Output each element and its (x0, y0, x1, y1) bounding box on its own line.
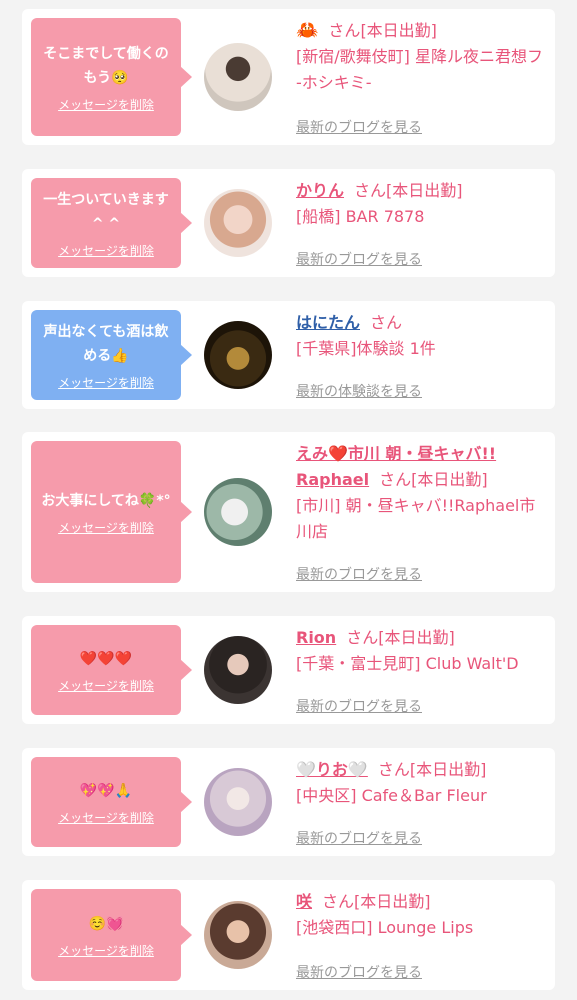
message-card: ❤️❤️❤️ メッセージを削除 Rion さん[本日出勤] [千葉・富士見町] Club… (22, 616, 555, 724)
shop-info: [千葉県]体験談 1件 (296, 339, 436, 358)
cast-name-link[interactable]: はにたん (296, 313, 360, 332)
message-bubble: ❤️❤️❤️ メッセージを削除 (31, 625, 192, 715)
shop-info: [船橋] BAR 7878 (296, 207, 425, 226)
latest-post-link[interactable]: 最新のブログを見る (296, 962, 422, 982)
message-card: ☺️💓 メッセージを削除 咲さん[本日出勤] [池袋西口] Lounge Lips 最新… (22, 880, 555, 990)
cast-name-link[interactable]: 🦀 (296, 20, 318, 41)
cast-name-link[interactable]: 咲 (296, 892, 312, 911)
avatar[interactable] (204, 768, 272, 836)
delete-message-link[interactable]: メッセージを削除 (58, 374, 154, 391)
avatar[interactable] (204, 43, 272, 111)
cast-info: 🤍りお🤍 さん[本日出勤] [中央区] Cafe＆Bar Fleur 最新のブログを見… (296, 757, 547, 848)
message-text: お大事にしてね🍀*° (41, 492, 171, 509)
cast-name-line: 🤍りお🤍 さん[本日出勤] (296, 757, 547, 783)
cast-name-line: 🦀 さん[本日出勤] (296, 18, 547, 44)
message-card: 声出なくても酒は飲める👍 メッセージを削除 はにたん さん [千葉県]体験談 1件 最新の… (22, 301, 555, 409)
cast-name-line: 咲さん[本日出勤] (296, 889, 547, 915)
message-bubble: そこまでして働くのもう🥺 メッセージを削除 (31, 18, 192, 136)
honorific: さん (379, 470, 412, 489)
cast-name-link[interactable]: かりん (296, 181, 344, 200)
message-bubble: 声出なくても酒は飲める👍 メッセージを削除 (31, 310, 192, 400)
honorific: さん (370, 313, 403, 332)
work-status: [本日出勤] (354, 892, 431, 911)
honorific: さん (354, 181, 387, 200)
message-card: そこまでして働くのもう🥺 メッセージを削除 🦀 さん[本日出勤] [新宿/歌舞伎町] 星… (22, 9, 555, 145)
work-status: [本日出勤] (409, 760, 487, 779)
message-card: 一生ついていきます^ ^ メッセージを削除 かりん さん[本日出勤] [船橋] BAR … (22, 169, 555, 277)
avatar[interactable] (204, 189, 272, 257)
message-card: お大事にしてね🍀*° メッセージを削除 えみ❤️市川 朝・昼キャバ!! Raphae… (22, 432, 555, 592)
message-text: ❤️❤️❤️ (79, 650, 133, 667)
work-status: [本日出勤] (411, 470, 488, 489)
cast-info: 🦀 さん[本日出勤] [新宿/歌舞伎町] 星降ル夜ニ君想フ -ホシキミ- 最新のブログ… (296, 18, 547, 137)
message-text: ☺️💓 (88, 915, 124, 932)
latest-post-link[interactable]: 最新のブログを見る (296, 696, 422, 716)
cast-name-line: はにたん さん (296, 310, 547, 336)
cast-name-line: Rion さん[本日出勤] (296, 625, 547, 651)
avatar[interactable] (204, 901, 272, 969)
shop-info: [池袋西口] Lounge Lips (296, 918, 474, 937)
work-status: [本日出勤] (378, 628, 455, 647)
message-bubble: お大事にしてね🍀*° メッセージを削除 (31, 441, 192, 583)
shop-info: [市川] 朝・昼キャバ!!Raphael市川店 (296, 496, 536, 541)
cast-name-line: かりん さん[本日出勤] (296, 178, 547, 204)
avatar[interactable] (204, 321, 272, 389)
cast-info: はにたん さん [千葉県]体験談 1件 最新の体験談を見る (296, 310, 547, 401)
shop-info: [中央区] Cafe＆Bar Fleur (296, 786, 487, 805)
message-card: 💖💖🙏 メッセージを削除 🤍りお🤍 さん[本日出勤] [中央区] Cafe＆Bar Fl… (22, 748, 555, 856)
honorific: さん (346, 628, 379, 647)
latest-post-link[interactable]: 最新の体験談を見る (296, 381, 422, 401)
message-card-list: そこまでして働くのもう🥺 メッセージを削除 🦀 さん[本日出勤] [新宿/歌舞伎町] 星… (0, 0, 577, 1000)
latest-post-link[interactable]: 最新のブログを見る (296, 564, 422, 584)
delete-message-link[interactable]: メッセージを削除 (58, 809, 154, 826)
honorific: さん (377, 760, 410, 779)
honorific: さん (328, 21, 361, 40)
latest-post-link[interactable]: 最新のブログを見る (296, 828, 422, 848)
latest-post-link[interactable]: 最新のブログを見る (296, 249, 422, 269)
cast-info: えみ❤️市川 朝・昼キャバ!! Raphael さん[本日出勤] [市川] 朝・昼キ… (296, 441, 547, 584)
delete-message-link[interactable]: メッセージを削除 (58, 242, 154, 259)
cast-info: 咲さん[本日出勤] [池袋西口] Lounge Lips 最新のブログを見る (296, 889, 547, 982)
message-text: 一生ついていきます^ ^ (43, 191, 169, 232)
message-bubble: ☺️💓 メッセージを削除 (31, 889, 192, 981)
cast-name-line: えみ❤️市川 朝・昼キャバ!! Raphael さん[本日出勤] (296, 441, 547, 493)
avatar[interactable] (204, 636, 272, 704)
cast-info: かりん さん[本日出勤] [船橋] BAR 7878 最新のブログを見る (296, 178, 547, 269)
message-bubble: 一生ついていきます^ ^ メッセージを削除 (31, 178, 192, 268)
message-text: 💖💖🙏 (79, 782, 133, 799)
message-text: 声出なくても酒は飲める👍 (43, 323, 169, 364)
shop-info: [新宿/歌舞伎町] 星降ル夜ニ君想フ -ホシキミ- (296, 47, 543, 92)
work-status: [本日出勤] (360, 21, 437, 40)
message-bubble: 💖💖🙏 メッセージを削除 (31, 757, 192, 847)
work-status: [本日出勤] (386, 181, 463, 200)
message-text: そこまでして働くのもう🥺 (43, 45, 169, 86)
latest-post-link[interactable]: 最新のブログを見る (296, 117, 422, 137)
avatar[interactable] (204, 478, 272, 546)
shop-info: [千葉・富士見町] Club Walt'D (296, 654, 519, 673)
honorific: さん (322, 892, 355, 911)
cast-name-link[interactable]: Rion (296, 628, 336, 647)
cast-info: Rion さん[本日出勤] [千葉・富士見町] Club Walt'D 最新のブログを… (296, 625, 547, 716)
delete-message-link[interactable]: メッセージを削除 (58, 942, 154, 959)
delete-message-link[interactable]: メッセージを削除 (58, 677, 154, 694)
delete-message-link[interactable]: メッセージを削除 (58, 519, 154, 536)
delete-message-link[interactable]: メッセージを削除 (58, 96, 154, 113)
cast-name-link[interactable]: 🤍りお🤍 (296, 760, 368, 779)
